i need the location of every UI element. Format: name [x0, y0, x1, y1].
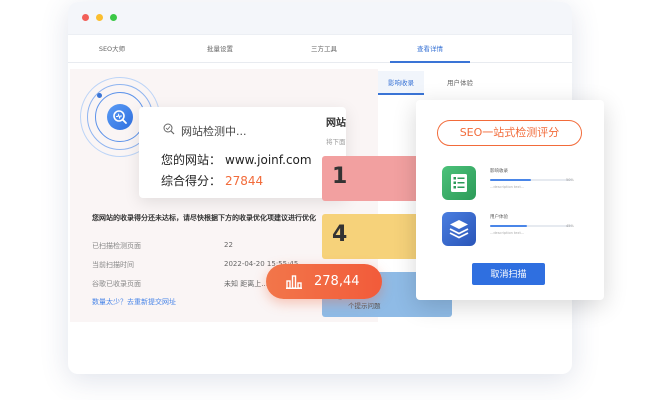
- resubmit-url-link[interactable]: 数量太少？去重新提交网址: [92, 297, 176, 307]
- row-value-google-indexed: 未知 距离上...: [224, 280, 268, 288]
- optimization-notice: 您网站的收录得分还未达标，请尽快根据下方的收录优化项建议进行优化: [92, 214, 316, 222]
- feature-progress: [490, 179, 572, 181]
- pill-value: 278,44: [314, 274, 360, 289]
- nav-item-seo-master[interactable]: SEO大师: [72, 35, 152, 63]
- layers-icon: [442, 212, 476, 246]
- feature-progress: [490, 225, 572, 227]
- top-nav: SEO大师 批量设置 三方工具 查看详情: [68, 35, 572, 63]
- feature-user-experience: 用户体验 45% ...description text...: [442, 212, 582, 248]
- row-value-scanned-pages: 22: [224, 241, 233, 249]
- score-value: 27844: [225, 174, 264, 188]
- site-value: www.joinf.com: [225, 153, 312, 167]
- cancel-scan-button[interactable]: 取消扫描: [472, 263, 545, 285]
- scan-status-card: 网站检测中... 您的网站： www.joinf.com 综合得分： 27844: [139, 107, 346, 198]
- bar-chart-icon: [286, 275, 302, 289]
- site-line: 您的网站： www.joinf.com: [161, 151, 312, 168]
- site-label: 您的网站：: [161, 153, 222, 167]
- title-bar: [68, 2, 572, 35]
- score-label: 综合得分：: [161, 174, 222, 188]
- minimize-dot-icon[interactable]: [96, 14, 103, 21]
- stat-num-warning: 4: [332, 222, 348, 247]
- feature-title: 用户体验: [490, 215, 508, 220]
- tab-user-experience[interactable]: 用户体验: [440, 71, 480, 95]
- nav-item-batch-settings[interactable]: 批量设置: [180, 35, 260, 63]
- search-icon: [163, 123, 175, 135]
- row-label-scanned-pages: 已扫描检测页面: [92, 242, 141, 250]
- scan-heading: 网站检测中...: [181, 125, 247, 138]
- scan-magnifier-icon: [107, 104, 133, 130]
- stat-tail-tip: 个提示问题: [348, 302, 381, 310]
- feature-title: 影响收录: [490, 169, 508, 174]
- right-tabs: 影响收录 用户体验: [378, 71, 572, 95]
- section-sub-partial: 将下面: [326, 138, 346, 146]
- feature-desc: ...description text...: [490, 185, 525, 189]
- popup-badge: SEO一站式检测评分: [437, 120, 582, 146]
- tab-affect-indexing[interactable]: 影响收录: [378, 71, 424, 95]
- feature-desc: ...description text...: [490, 231, 525, 235]
- row-label-google-indexed: 谷歌已收录页面: [92, 280, 141, 288]
- maximize-dot-icon[interactable]: [110, 14, 117, 21]
- nav-item-third-party-tools[interactable]: 三方工具: [284, 35, 364, 63]
- row-label-scan-time: 当前扫描时间: [92, 261, 134, 269]
- feature-percent: 50%: [566, 178, 574, 182]
- feature-indexing: 影响收录 50% ...description text...: [442, 166, 582, 202]
- nav-item-view-details[interactable]: 查看详情: [390, 35, 470, 63]
- close-dot-icon[interactable]: [82, 14, 89, 21]
- checklist-icon: [442, 166, 476, 200]
- section-title-partial: 网站: [326, 118, 346, 129]
- seo-score-popup: SEO一站式检测评分 影响收录 50% ...description text.…: [416, 100, 604, 300]
- stat-num-error: 1: [332, 164, 348, 189]
- score-line: 综合得分： 27844: [161, 172, 263, 189]
- score-pill: 278,44: [266, 264, 382, 299]
- feature-percent: 45%: [566, 224, 574, 228]
